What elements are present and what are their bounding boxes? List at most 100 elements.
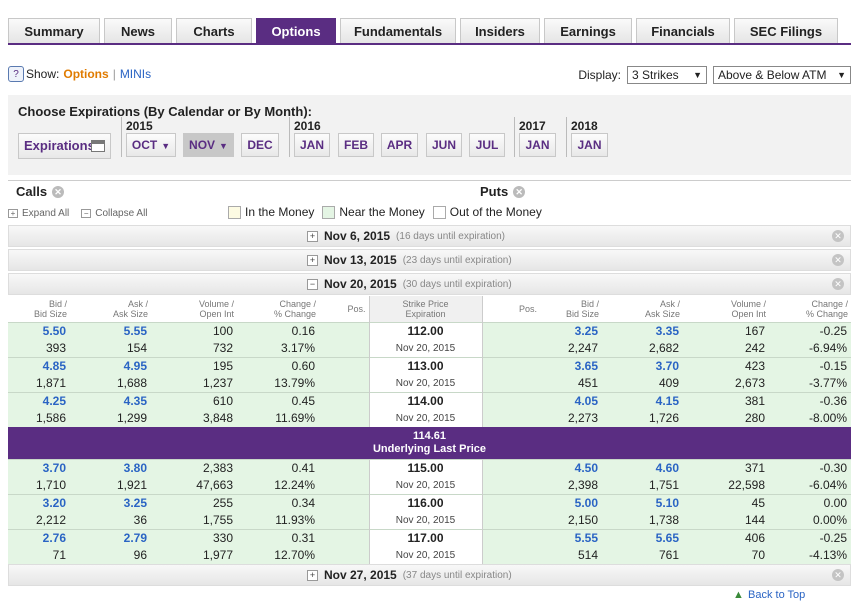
call-open-interest: 1,755 [151,511,237,529]
put-ask[interactable]: 3.70 [602,356,683,375]
expiration-bar[interactable]: + Nov 13, 2015 (23 days until expiration) … [8,249,851,271]
call-ask[interactable]: 3.25 [70,493,151,512]
call-ask-size: 154 [70,339,151,357]
expand-icon: + [307,230,318,242]
call-bid[interactable]: 4.85 [8,356,70,375]
put-bid[interactable]: 5.00 [540,493,602,512]
expiration-bar[interactable]: + Nov 27, 2015 (37 days until expiration) … [8,564,851,586]
close-icon[interactable]: ✕ [832,278,844,290]
underlying-label: Underlying Last Price [8,442,851,459]
month-button-nov-2015[interactable]: NOV ▼ [183,133,234,157]
put-ask[interactable]: 5.65 [602,528,683,547]
show-minis-link[interactable]: MINIs [120,67,151,81]
col-call-volume[interactable]: Volume / Open Int [151,296,237,322]
call-ask-size: 96 [70,546,151,564]
tab-summary[interactable]: Summary [8,18,100,44]
call-bid[interactable]: 3.20 [8,493,70,512]
expiration-bar[interactable]: + Nov 6, 2015 (16 days until expiration) ✕ [8,225,851,247]
month-button-oct-2015[interactable]: OCT ▼ [126,133,176,157]
month-button-jun-2016[interactable]: JUN [426,133,462,157]
show-separator: | [112,67,116,81]
collapse-icon: − [307,278,318,290]
month-button-apr-2016[interactable]: APR [381,133,418,157]
show-options-link[interactable]: Options [63,67,108,81]
call-pct-change: 12.70% [237,546,319,564]
expirations-panel: Choose Expirations (By Calendar or By Mo… [8,95,851,175]
col-strike[interactable]: Strike Price Expiration [368,296,483,322]
call-bid-size: 71 [8,546,70,564]
show-label: Show: [26,67,60,81]
close-icon[interactable]: ✕ [832,569,844,581]
call-ask-size: 1,299 [70,409,151,427]
call-change: 0.16 [237,321,319,340]
month-button-jan-2018[interactable]: JAN [571,133,608,157]
close-icon[interactable]: ✕ [832,230,844,242]
tab-financials[interactable]: Financials [636,18,730,44]
col-call-bid[interactable]: Bid / Bid Size [8,296,70,322]
call-pos [319,546,369,564]
expand-all-link[interactable]: Expand All [22,208,69,219]
col-put-ask[interactable]: Ask / Ask Size [602,296,683,322]
table-row: 4.85 4.95 195 0.60 113.00 3.65 3.70 423 -0.15 [8,356,851,375]
month-button-jul-2016[interactable]: JUL [469,133,505,157]
put-bid[interactable]: 5.55 [540,528,602,547]
range-select[interactable]: Above & Below ATM ▼ [713,66,851,84]
call-bid[interactable]: 2.76 [8,528,70,547]
put-ask-size: 2,682 [602,339,683,357]
call-ask[interactable]: 5.55 [70,321,151,340]
col-call-ask[interactable]: Ask / Ask Size [70,296,151,322]
expiration-date: Nov 27, 2015 [324,568,397,582]
call-bid[interactable]: 4.25 [8,391,70,410]
month-button-dec-2015[interactable]: DEC [241,133,279,157]
expiration: Nov 20, 2015 [368,409,483,427]
put-pos [482,528,540,547]
put-ask[interactable]: 3.35 [602,321,683,340]
expiration-bar[interactable]: − Nov 20, 2015 (30 days until expiration) … [8,273,851,295]
month-button-jan-2016[interactable]: JAN [294,133,330,157]
close-puts-icon[interactable]: ✕ [513,185,526,198]
call-ask[interactable]: 4.35 [70,391,151,410]
put-ask[interactable]: 4.60 [602,458,683,477]
call-pos [319,493,369,512]
month-button-feb-2016[interactable]: FEB [338,133,374,157]
call-bid[interactable]: 5.50 [8,321,70,340]
call-bid[interactable]: 3.70 [8,458,70,477]
col-put-change[interactable]: Change /% Change [769,296,851,322]
strikes-select[interactable]: 3 Strikes ▼ [627,66,707,84]
call-ask[interactable]: 4.95 [70,356,151,375]
call-bid-size: 393 [8,339,70,357]
col-put-bid[interactable]: Bid / Bid Size [540,296,602,322]
calendar-icon [91,140,105,152]
put-ask[interactable]: 4.15 [602,391,683,410]
put-bid[interactable]: 4.50 [540,458,602,477]
put-bid-size: 514 [540,546,602,564]
help-icon[interactable]: ? [8,66,24,82]
call-ask[interactable]: 3.80 [70,458,151,477]
chevron-down-icon: ▼ [693,70,702,80]
put-bid[interactable]: 3.25 [540,321,602,340]
col-call-change[interactable]: Change /% Change [237,296,319,322]
collapse-all-link[interactable]: Collapse All [95,208,147,219]
expirations-button[interactable]: Expirations [18,133,111,159]
put-ask-size: 409 [602,374,683,392]
tab-charts[interactable]: Charts [176,18,252,44]
put-bid[interactable]: 3.65 [540,356,602,375]
tab-fundamentals[interactable]: Fundamentals [340,18,456,44]
put-bid-size: 451 [540,374,602,392]
legend-item: Out of the Money [432,205,542,219]
tab-sec-filings[interactable]: SEC Filings [734,18,838,44]
put-bid[interactable]: 4.05 [540,391,602,410]
tab-options[interactable]: Options [256,18,336,44]
tab-news[interactable]: News [104,18,172,44]
tab-earnings[interactable]: Earnings [544,18,632,44]
put-open-interest: 2,673 [683,374,769,392]
back-to-top[interactable]: ▲ Back to Top [733,589,805,601]
month-button-jan-2017[interactable]: JAN [519,133,556,157]
close-calls-icon[interactable]: ✕ [52,185,65,198]
close-icon[interactable]: ✕ [832,254,844,266]
put-ask[interactable]: 5.10 [602,493,683,512]
call-ask[interactable]: 2.79 [70,528,151,547]
tab-insiders[interactable]: Insiders [460,18,540,44]
col-put-volume[interactable]: Volume / Open Int [683,296,769,322]
expiration-date: Nov 13, 2015 [324,253,397,267]
